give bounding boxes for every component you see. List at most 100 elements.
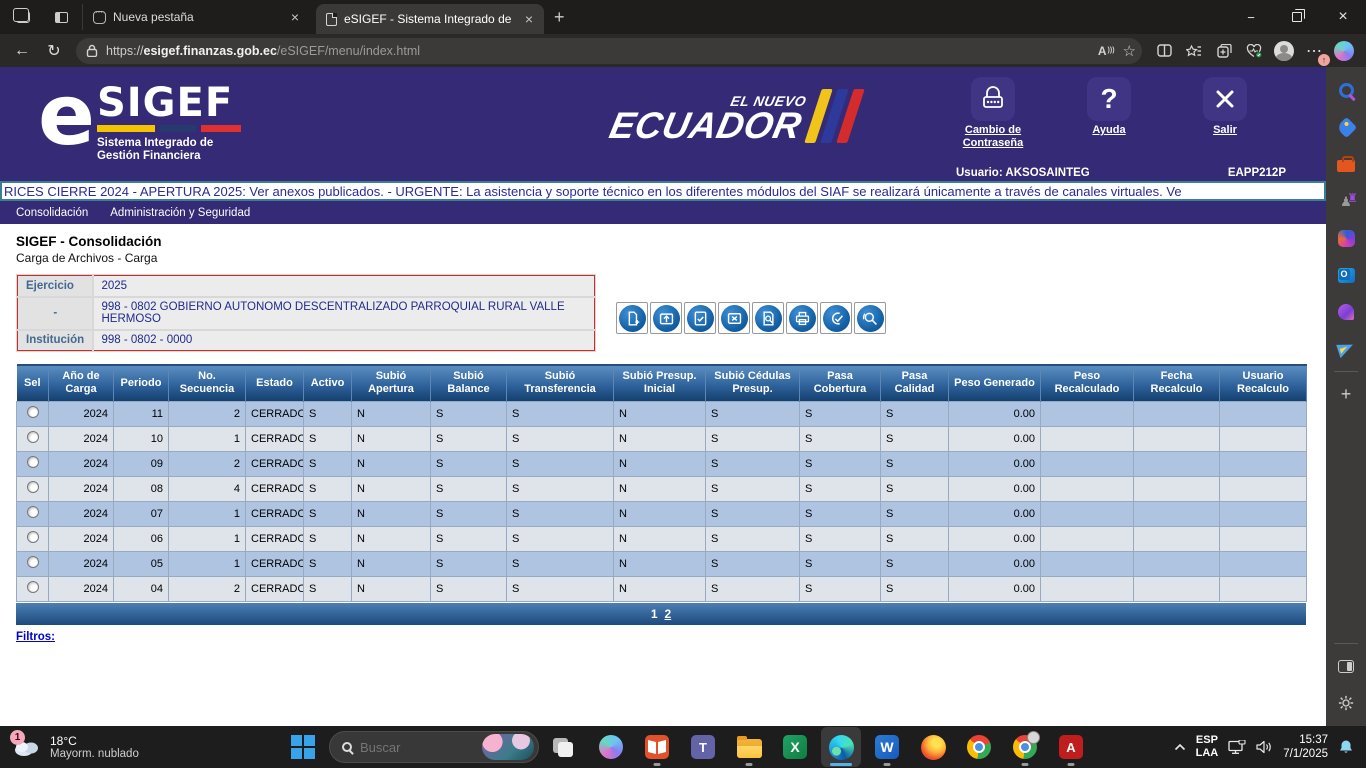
- menu-item-administraci-n-y-seguridad[interactable]: Administración y Seguridad: [110, 207, 250, 219]
- workspaces-icon[interactable]: [8, 4, 38, 30]
- taskbar-start-button[interactable]: [283, 727, 323, 767]
- cell: 1: [169, 426, 246, 451]
- search-input[interactable]: [360, 740, 474, 755]
- taskbar-word-icon[interactable]: W: [867, 727, 907, 767]
- browser-tab-bar: Nueva pestaña × eSIGEF - Sistema Integra…: [0, 0, 1366, 34]
- page-link-2[interactable]: 2: [665, 607, 672, 621]
- tab-close-icon[interactable]: ×: [522, 11, 536, 27]
- window-minimize-button[interactable]: −: [1228, 0, 1274, 34]
- validate-file-button[interactable]: [684, 302, 716, 334]
- sidebar-add-icon[interactable]: +: [1331, 379, 1361, 409]
- window-close-button[interactable]: ×: [1320, 0, 1366, 34]
- network-icon[interactable]: [1228, 740, 1246, 755]
- copilot-icon[interactable]: [1330, 38, 1358, 64]
- taskbar-teams-icon[interactable]: T: [683, 727, 723, 767]
- cell: 2024: [49, 526, 114, 551]
- sidebar-shopping-icon[interactable]: [1331, 112, 1361, 142]
- cell: 0.00: [949, 426, 1041, 451]
- cell: N: [614, 576, 706, 601]
- volume-icon[interactable]: [1256, 740, 1273, 754]
- taskbar-edge-icon[interactable]: [821, 727, 861, 767]
- esigef-header: e SIGEF Sistema Integrado de Gestión Fin…: [0, 67, 1326, 181]
- row-select-radio[interactable]: [27, 431, 39, 443]
- announcement-marquee: RICES CIERRE 2024 - APERTURA 2025: Ver a…: [0, 181, 1326, 201]
- taskbar-task-view-icon[interactable]: [545, 727, 585, 767]
- cell: S: [431, 551, 507, 576]
- cell: S: [431, 426, 507, 451]
- read-aloud-icon[interactable]: A))): [1098, 44, 1115, 58]
- sidebar-designer-icon[interactable]: [1331, 297, 1361, 327]
- change-password-button[interactable]: Cambio de Contraseña: [950, 77, 1036, 150]
- column-header: Subió Transferencia: [507, 365, 614, 401]
- approve-button[interactable]: [820, 302, 852, 334]
- cell: S: [800, 501, 881, 526]
- help-button[interactable]: ? Ayuda: [1066, 77, 1152, 150]
- collections-icon[interactable]: [1210, 38, 1238, 64]
- taskbar-chrome-alt-icon[interactable]: [1005, 727, 1045, 767]
- sidebar-tools-icon[interactable]: [1331, 149, 1361, 179]
- taskbar-search[interactable]: [329, 731, 539, 763]
- cell: S: [304, 501, 352, 526]
- taskbar-firefox-icon[interactable]: [913, 727, 953, 767]
- sidebar-search-icon[interactable]: [1331, 75, 1361, 105]
- weather-widget[interactable]: 1 18°C Mayorm. nublado: [0, 734, 210, 760]
- back-button[interactable]: ←: [8, 38, 36, 64]
- row-select-radio[interactable]: [27, 581, 39, 593]
- address-bar[interactable]: https://esigef.finanzas.gob.ec/eSIGEF/me…: [76, 38, 1142, 64]
- approve-icon: [823, 305, 850, 332]
- cell: 10: [114, 426, 169, 451]
- consult-button[interactable]: [854, 302, 886, 334]
- favorite-star-icon[interactable]: ☆: [1123, 42, 1136, 60]
- sidebar-settings-icon[interactable]: [1331, 688, 1361, 718]
- page-current: 1: [651, 607, 658, 621]
- new-tab-button[interactable]: +: [544, 7, 575, 28]
- row-select-radio[interactable]: [27, 506, 39, 518]
- sidebar-outlook-icon[interactable]: [1331, 260, 1361, 290]
- notification-bell-icon[interactable]: [1338, 739, 1354, 755]
- cell: S: [507, 451, 614, 476]
- tab-actions-icon[interactable]: [46, 4, 76, 30]
- cell: N: [352, 426, 431, 451]
- profile-avatar[interactable]: [1270, 38, 1298, 64]
- upload-file-button[interactable]: [650, 302, 682, 334]
- row-select-radio[interactable]: [27, 556, 39, 568]
- settings-more-icon[interactable]: ⋯↑: [1300, 38, 1328, 64]
- sidebar-drop-icon[interactable]: [1331, 334, 1361, 364]
- taskbar-pdf-reader-icon[interactable]: [637, 727, 677, 767]
- sidebar-panel-icon[interactable]: [1331, 651, 1361, 681]
- taskbar-explorer-icon[interactable]: [729, 727, 769, 767]
- taskbar-acrobat-icon[interactable]: A: [1051, 727, 1091, 767]
- table-row: 2024084CERRADOSNSSNSSS0.00: [17, 476, 1307, 501]
- logout-button[interactable]: Salir: [1182, 77, 1268, 150]
- row-select-radio[interactable]: [27, 531, 39, 543]
- tray-chevron-icon[interactable]: [1174, 743, 1186, 751]
- print-icon: [789, 305, 816, 332]
- language-indicator[interactable]: ESP LAA: [1196, 734, 1219, 760]
- sidebar-m365-icon[interactable]: [1331, 223, 1361, 253]
- favorites-icon[interactable]: [1180, 38, 1208, 64]
- window-restore-button[interactable]: [1274, 0, 1320, 34]
- print-button[interactable]: [786, 302, 818, 334]
- tab-esigef[interactable]: eSIGEF - Sistema Integrado de G ×: [316, 4, 544, 34]
- tab-nueva-pestana[interactable]: Nueva pestaña ×: [82, 4, 310, 30]
- row-select-radio[interactable]: [27, 481, 39, 493]
- column-header: Pasa Calidad: [881, 365, 949, 401]
- view-detail-button[interactable]: [752, 302, 784, 334]
- temperature: 18°C: [50, 734, 139, 748]
- row-select-radio[interactable]: [27, 406, 39, 418]
- sidebar-divider: [1334, 371, 1358, 372]
- row-select-radio[interactable]: [27, 456, 39, 468]
- clock[interactable]: 15:37 7/1/2025: [1283, 733, 1328, 761]
- tab-close-icon[interactable]: ×: [288, 9, 302, 25]
- menu-item-consolidaci-n[interactable]: Consolidación: [16, 207, 88, 219]
- taskbar-chrome-icon[interactable]: [959, 727, 999, 767]
- filters-link[interactable]: Filtros:: [16, 631, 55, 643]
- taskbar-copilot-icon[interactable]: [591, 727, 631, 767]
- refresh-button[interactable]: ↻: [40, 38, 68, 64]
- new-record-button[interactable]: [616, 302, 648, 334]
- sidebar-games-icon[interactable]: ♟: [1331, 186, 1361, 216]
- taskbar-excel-icon[interactable]: X: [775, 727, 815, 767]
- browser-essentials-icon[interactable]: [1240, 38, 1268, 64]
- split-screen-icon[interactable]: [1150, 38, 1178, 64]
- delete-file-button[interactable]: [718, 302, 750, 334]
